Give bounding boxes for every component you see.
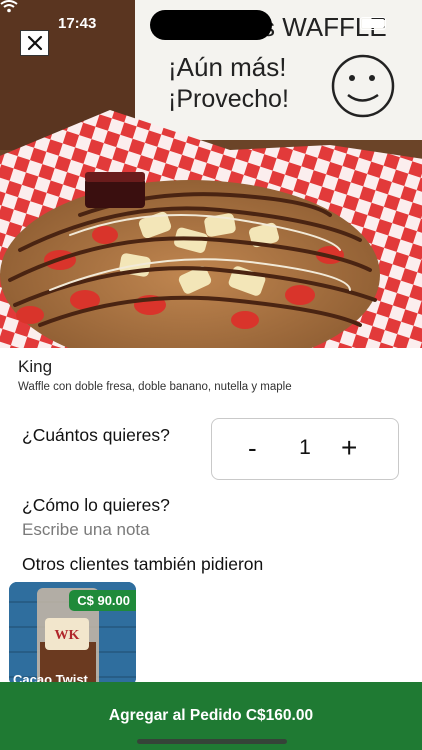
note-label: ¿Cómo lo quieres? (22, 495, 170, 515)
status-bar: 17:43 (0, 0, 422, 44)
note-input[interactable] (22, 520, 392, 540)
add-to-order-label: Agregar al Pedido C$160.00 (108, 707, 314, 724)
home-indicator (137, 739, 287, 744)
other-orders-title: Otros clientes también pidieron (22, 554, 264, 574)
hero-image: s WAFFLE ¡Aún más! ¡Provecho! 17:43 (0, 0, 422, 348)
camera-notch (150, 10, 272, 40)
quantity-stepper: - 1 + (211, 418, 399, 480)
wifi-icon (0, 0, 18, 13)
sign-text-2: ¡Aún más! (168, 52, 287, 82)
battery-icon (360, 17, 386, 30)
suggested-item-card[interactable]: WK C$ 90.00 Cacao Twist (9, 582, 136, 686)
waffle-photo: s WAFFLE ¡Aún más! ¡Provecho! (0, 0, 422, 348)
product-name: King (18, 357, 53, 376)
close-button[interactable] (20, 30, 49, 56)
product-description: Waffle con doble fresa, doble banano, nu… (18, 381, 292, 393)
sign-text-3: ¡Provecho! (168, 85, 289, 113)
close-icon (27, 35, 42, 51)
quantity-value: 1 (299, 436, 311, 459)
suggested-item-price: C$ 90.00 (69, 590, 136, 611)
quantity-label: ¿Cuántos quieres? (22, 425, 170, 445)
increase-quantity-button[interactable]: + (341, 433, 357, 463)
add-to-order-button[interactable]: Agregar al Pedido C$160.00 (0, 682, 422, 750)
status-time: 17:43 (58, 15, 97, 32)
card-logo-text: WK (55, 628, 80, 643)
